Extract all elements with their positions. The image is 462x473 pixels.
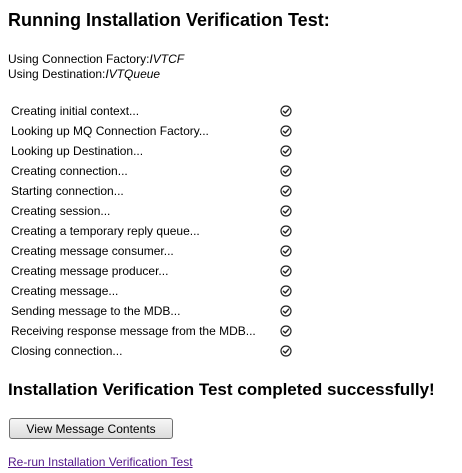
step-row: Closing connection... [11,341,301,361]
check-icon [280,245,292,257]
step-label: Receiving response message from the MDB.… [11,324,256,338]
factory-value: IVTCF [149,52,185,66]
step-row: Looking up Destination... [11,141,301,161]
step-list: Creating initial context... Looking up M… [11,101,301,361]
step-row: Creating initial context... [11,101,301,121]
step-row: Creating a temporary reply queue... [11,221,301,241]
destination-label: Using Destination: [8,67,106,81]
destination-value: IVTQueue [105,67,161,81]
result-heading: Installation Verification Test completed… [8,380,435,399]
step-row: Creating message producer... [11,261,301,281]
step-label: Creating initial context... [11,104,140,118]
step-row: Looking up MQ Connection Factory... [11,121,301,141]
check-icon [280,145,292,157]
check-icon [280,265,292,277]
step-label: Creating connection... [11,164,128,178]
check-icon [280,225,292,237]
step-row: Creating message consumer... [11,241,301,261]
destination-line: Using Destination:IVTQueue [8,67,184,82]
check-icon [280,305,292,317]
step-label: Creating message... [11,284,119,298]
step-label: Creating a temporary reply queue... [11,224,200,238]
step-label: Creating session... [11,204,111,218]
check-icon [280,165,292,177]
step-row: Starting connection... [11,181,301,201]
step-row: Creating message... [11,281,301,301]
check-icon [280,345,292,357]
view-message-contents-button[interactable]: View Message Contents [9,418,173,439]
check-icon [280,285,292,297]
check-icon [280,185,292,197]
step-label: Looking up Destination... [11,144,144,158]
connection-config: Using Connection Factory:IVTCF Using Des… [8,52,184,82]
step-row: Receiving response message from the MDB.… [11,321,301,341]
step-label: Creating message consumer... [11,244,174,258]
rerun-test-link[interactable]: Re-run Installation Verification Test [8,455,193,469]
check-icon [280,105,292,117]
step-label: Starting connection... [11,184,124,198]
step-label: Looking up MQ Connection Factory... [11,124,209,138]
step-label: Creating message producer... [11,264,169,278]
step-row: Creating connection... [11,161,301,181]
check-icon [280,325,292,337]
factory-label: Using Connection Factory: [8,52,150,66]
page-title: Running Installation Verification Test: [8,10,330,30]
step-row: Creating session... [11,201,301,221]
check-icon [280,205,292,217]
check-icon [280,125,292,137]
step-label: Closing connection... [11,344,123,358]
factory-line: Using Connection Factory:IVTCF [8,52,184,67]
step-row: Sending message to the MDB... [11,301,301,321]
step-label: Sending message to the MDB... [11,304,181,318]
